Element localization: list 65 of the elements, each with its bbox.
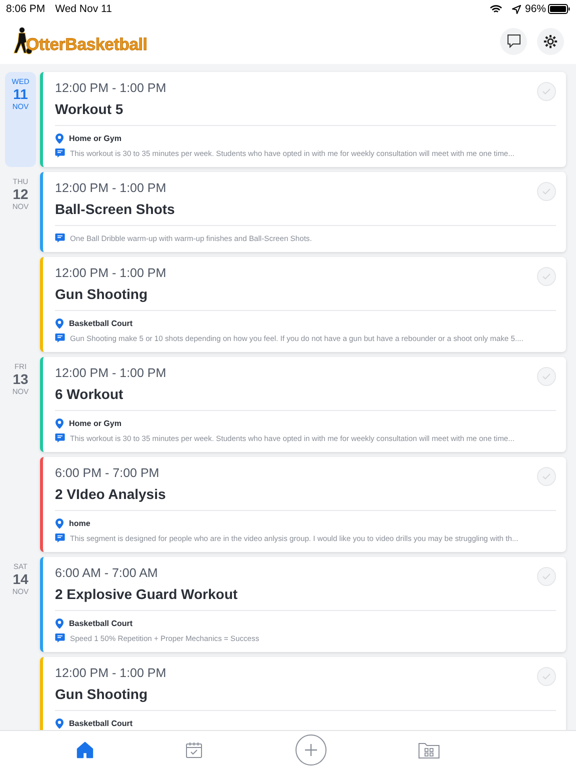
location-pin-icon (55, 318, 64, 328)
day-number: 12 (12, 187, 28, 202)
complete-checkbox[interactable] (537, 567, 556, 586)
day-number: 13 (12, 372, 28, 387)
event-title: 6 Workout (55, 385, 124, 404)
event-title: 2 VIdeo Analysis (55, 485, 167, 504)
event-location: Basketball Court (69, 618, 133, 628)
complete-checkbox[interactable] (537, 182, 556, 201)
event-time: 12:00 PM - 1:00 PM (55, 665, 166, 682)
event-time: 12:00 PM - 1:00 PM (55, 80, 166, 97)
battery-percent: 96% (524, 3, 546, 15)
event-title: 2 Explosive Guard Workout (55, 585, 239, 604)
event-title: Gun Shooting (55, 685, 149, 704)
chat-button[interactable] (500, 28, 527, 54)
comment-icon (55, 333, 65, 343)
logo-text: OtterBasketball (26, 35, 148, 55)
complete-checkbox[interactable] (537, 367, 556, 386)
complete-checkbox[interactable] (537, 467, 556, 486)
comment-icon (55, 633, 65, 643)
event-title: Gun Shooting (55, 285, 149, 304)
complete-checkbox[interactable] (537, 267, 556, 286)
event-time: 12:00 PM - 1:00 PM (55, 180, 166, 197)
check-icon (542, 573, 551, 580)
day-number: 14 (12, 572, 28, 587)
location-pin-icon (55, 418, 64, 428)
complete-checkbox[interactable] (537, 82, 556, 101)
location-pin-icon (55, 132, 64, 144)
check-icon (542, 673, 551, 680)
complete-checkbox[interactable] (537, 667, 556, 686)
check-icon (542, 273, 551, 280)
event-location: home (69, 518, 90, 528)
comment-icon (55, 533, 65, 543)
calendar-tab[interactable] (185, 740, 204, 758)
check-icon (542, 373, 551, 380)
event-location: Home or Gym (69, 418, 122, 428)
event-location: Basketball Court (69, 718, 133, 728)
event-time: 12:00 PM - 1:00 PM (55, 365, 166, 382)
status-time: 8:06 PM (6, 3, 46, 15)
location-pin-icon (55, 518, 64, 528)
comment-icon (55, 233, 65, 243)
gear-icon (543, 34, 558, 48)
event-location: Basketball Court (69, 318, 133, 328)
add-tab[interactable] (294, 734, 327, 766)
battery-icon (548, 4, 570, 14)
home-tab[interactable] (76, 740, 94, 758)
location-pin-icon (55, 618, 64, 628)
event-time: 12:00 PM - 1:00 PM (55, 265, 166, 282)
event-time: 6:00 AM - 7:00 AM (55, 565, 158, 582)
status-date: Wed Nov 11 (55, 3, 112, 15)
check-icon (542, 473, 551, 480)
event-location: Home or Gym (69, 134, 122, 142)
folder-tab[interactable] (418, 740, 440, 758)
settings-button[interactable] (537, 28, 564, 54)
check-icon (542, 88, 551, 95)
comment-icon (55, 148, 65, 158)
event-title: Ball-Screen Shots (55, 200, 176, 219)
location-arrow-icon (512, 4, 521, 14)
day-number: 11 (13, 87, 28, 102)
wifi-icon (490, 4, 502, 14)
event-title: Workout 5 (55, 100, 124, 119)
event-card[interactable]: 12:00 PM - 1:00 PM Gun Shooting Basketball Court (40, 657, 566, 730)
comment-icon (55, 433, 65, 443)
event-time: 6:00 PM - 7:00 PM (55, 465, 160, 482)
check-icon (542, 188, 551, 195)
chat-icon (506, 34, 520, 48)
